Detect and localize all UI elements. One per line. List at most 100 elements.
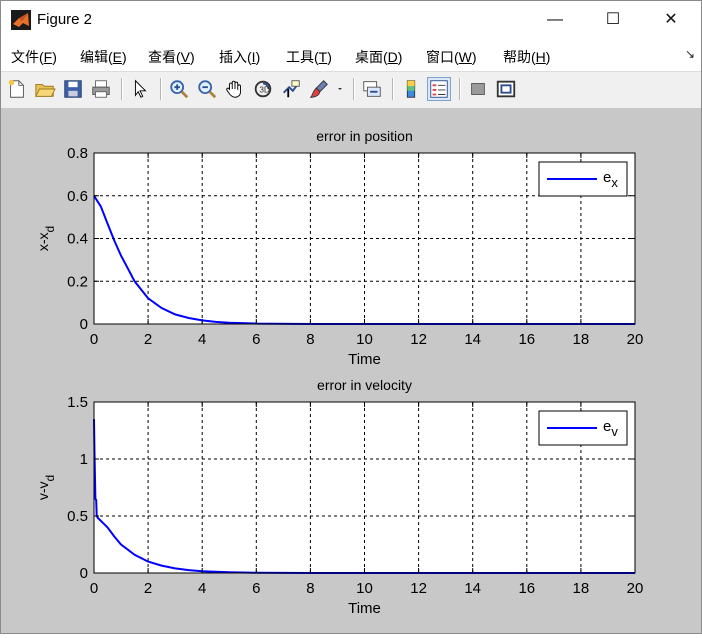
brush-dropdown-button[interactable] [335, 77, 345, 101]
y-tick-label: 0.6 [67, 188, 88, 205]
x-tick-label: 18 [573, 331, 590, 348]
menu-item-5[interactable]: 桌面(D) [355, 47, 402, 67]
y-tick-label: 1.5 [67, 394, 88, 411]
legend-label-main: e [603, 169, 611, 186]
x-tick-label: 10 [356, 580, 373, 597]
zoom-out-button[interactable] [195, 77, 219, 101]
legend[interactable]: ex [538, 161, 628, 197]
save-button[interactable] [61, 77, 85, 101]
y-axis-label-subscript: d [43, 475, 57, 482]
toolbar-separator [459, 78, 461, 100]
print-icon [92, 80, 110, 98]
toolbar-separator [121, 78, 123, 100]
y-axis-label-subscript: d [43, 226, 57, 233]
x-tick-label: 4 [198, 331, 206, 348]
legend-label-subscript: v [611, 424, 618, 439]
legend[interactable]: ev [538, 410, 628, 446]
menu-item-3[interactable]: 插入(I) [219, 47, 260, 67]
x-tick-label: 16 [518, 580, 535, 597]
y-axis-label: v-vd [35, 475, 57, 500]
link-plot-button[interactable] [360, 77, 384, 101]
x-tick-label: 14 [464, 580, 481, 597]
y-axis-label: x-xd [35, 226, 57, 251]
pan-hand-icon [226, 80, 241, 98]
y-tick-label: 0.2 [67, 273, 88, 290]
toolbar-separator [160, 78, 162, 100]
brush-button[interactable] [307, 77, 331, 101]
x-axis-label: Time [348, 600, 381, 617]
zoom-out-icon [198, 80, 217, 99]
y-tick-label: 0.8 [67, 145, 88, 162]
x-tick-label: 0 [90, 331, 98, 348]
menu-item-7[interactable]: 帮助(H) [503, 47, 550, 67]
title-bar[interactable]: Figure 2 — ☐ ✕ [1, 1, 701, 39]
x-tick-label: 14 [464, 331, 481, 348]
dock-arrow-icon[interactable]: ↘ [685, 47, 695, 61]
x-tick-label: 8 [306, 580, 314, 597]
hide-plot-tools-icon [471, 83, 485, 95]
menu-item-2[interactable]: 查看(V) [148, 47, 195, 67]
pointer-button[interactable] [128, 77, 152, 101]
legend-icon [430, 80, 448, 98]
save-icon [64, 80, 82, 98]
minimize-button[interactable]: — [532, 1, 578, 39]
x-tick-label: 12 [410, 331, 427, 348]
open-folder-icon [35, 83, 56, 97]
legend-label-subscript: x [611, 175, 618, 190]
hide-plot-tools-button[interactable] [466, 77, 490, 101]
x-tick-label: 20 [627, 331, 644, 348]
pan-hand-button[interactable] [223, 77, 247, 101]
x-tick-label: 2 [144, 580, 152, 597]
zoom-in-icon [170, 80, 189, 99]
x-tick-label: 20 [627, 580, 644, 597]
menu-item-6[interactable]: 窗口(W) [426, 47, 477, 67]
figure-toolbar: 3D [1, 71, 701, 109]
new-file-icon [8, 79, 24, 98]
legend-button[interactable] [427, 77, 451, 101]
y-tick-label: 0.5 [67, 508, 88, 525]
y-tick-label: 0 [80, 316, 88, 333]
x-tick-label: 2 [144, 331, 152, 348]
open-folder-button[interactable] [33, 77, 57, 101]
menu-item-4[interactable]: 工具(T) [286, 47, 332, 67]
plot-canvas[interactable]: 0 2 4 6 8 10 12 14 16 18 2000.20.40.60.8error in p… [1, 108, 701, 633]
x-tick-label: 16 [518, 331, 535, 348]
axes-title: error in velocity [317, 377, 412, 393]
zoom-in-button[interactable] [167, 77, 191, 101]
x-tick-label: 6 [252, 331, 260, 348]
x-tick-label: 4 [198, 580, 206, 597]
menu-item-1[interactable]: 编辑(E) [80, 47, 127, 67]
y-tick-label: 0.4 [67, 231, 88, 248]
close-icon: ✕ [664, 11, 678, 28]
x-tick-label: 0 [90, 580, 98, 597]
figure-window: Figure 2 — ☐ ✕ 文件(F) 编辑(E) 查看(V) 插入(I) 工具(T)… [0, 0, 702, 634]
data-cursor-button[interactable] [279, 77, 303, 101]
maximize-button[interactable]: ☐ [590, 1, 636, 39]
menu-item-0[interactable]: 文件(F) [11, 47, 57, 67]
menu-bar: 文件(F) 编辑(E) 查看(V) 插入(I) 工具(T) 桌面(D) 窗口(W) 帮助(H) [1, 39, 701, 71]
y-axis-label-main: x-x [35, 233, 51, 252]
pointer-icon [134, 79, 147, 98]
print-button[interactable] [89, 77, 113, 101]
x-tick-label: 6 [252, 580, 260, 597]
minimize-icon: — [547, 11, 563, 28]
figure-area: 0 2 4 6 8 10 12 14 16 18 20 0 0.2 0.4 0.6 0.8 error in p… [1, 108, 701, 633]
colorbar-icon [406, 80, 416, 98]
x-axis-label: Time [348, 351, 381, 368]
colorbar-button[interactable] [399, 77, 423, 101]
toolbar-separator [392, 78, 394, 100]
brush-icon [309, 80, 328, 98]
link-plot-icon [363, 81, 381, 97]
new-file-button[interactable] [5, 77, 29, 101]
close-button[interactable]: ✕ [648, 1, 694, 39]
rotate-3d-button[interactable]: 3D [251, 77, 275, 101]
svg-text:3D: 3D [259, 86, 270, 95]
y-tick-label: 0 [80, 565, 88, 582]
x-tick-label: 10 [356, 331, 373, 348]
axes-0: 0 2 4 6 8 10 12 14 16 18 20 0 0.2 0.4 0.6 0.8 error in p… [35, 128, 643, 368]
x-tick-label: 18 [573, 580, 590, 597]
axes-title: error in position [316, 128, 413, 144]
show-plot-tools-button[interactable] [494, 77, 518, 101]
y-axis-label-main: v-v [35, 482, 51, 501]
x-tick-label: 12 [410, 580, 427, 597]
